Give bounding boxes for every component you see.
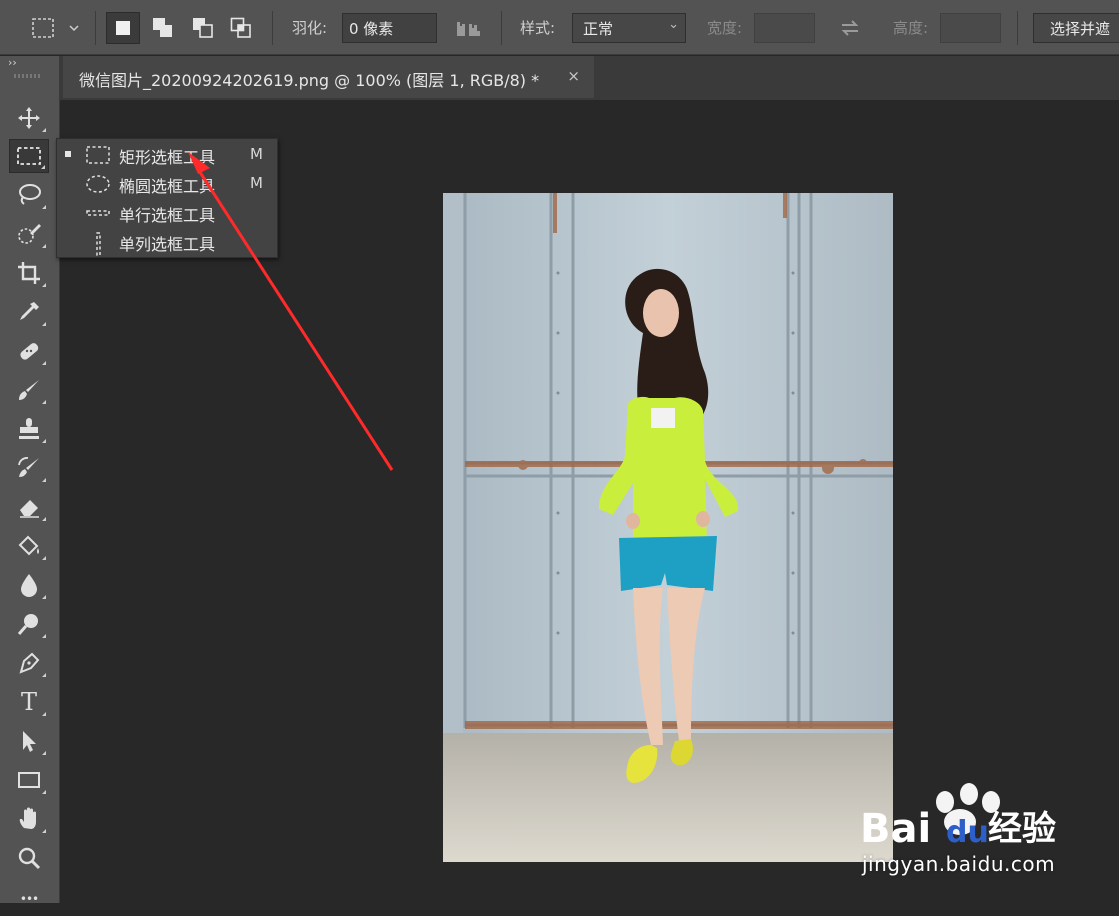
watermark-brand: Bai xyxy=(860,806,931,852)
baidu-jingyan-logo: Bai du 经验 xyxy=(860,783,1056,852)
watermark-url: jingyan.baidu.com xyxy=(862,852,1056,876)
annotation-arrow xyxy=(188,152,394,471)
arrow-head-icon xyxy=(188,152,210,174)
watermark-brand-cn: 经验 xyxy=(988,809,1056,849)
watermark-brand-mid: du xyxy=(946,815,989,850)
